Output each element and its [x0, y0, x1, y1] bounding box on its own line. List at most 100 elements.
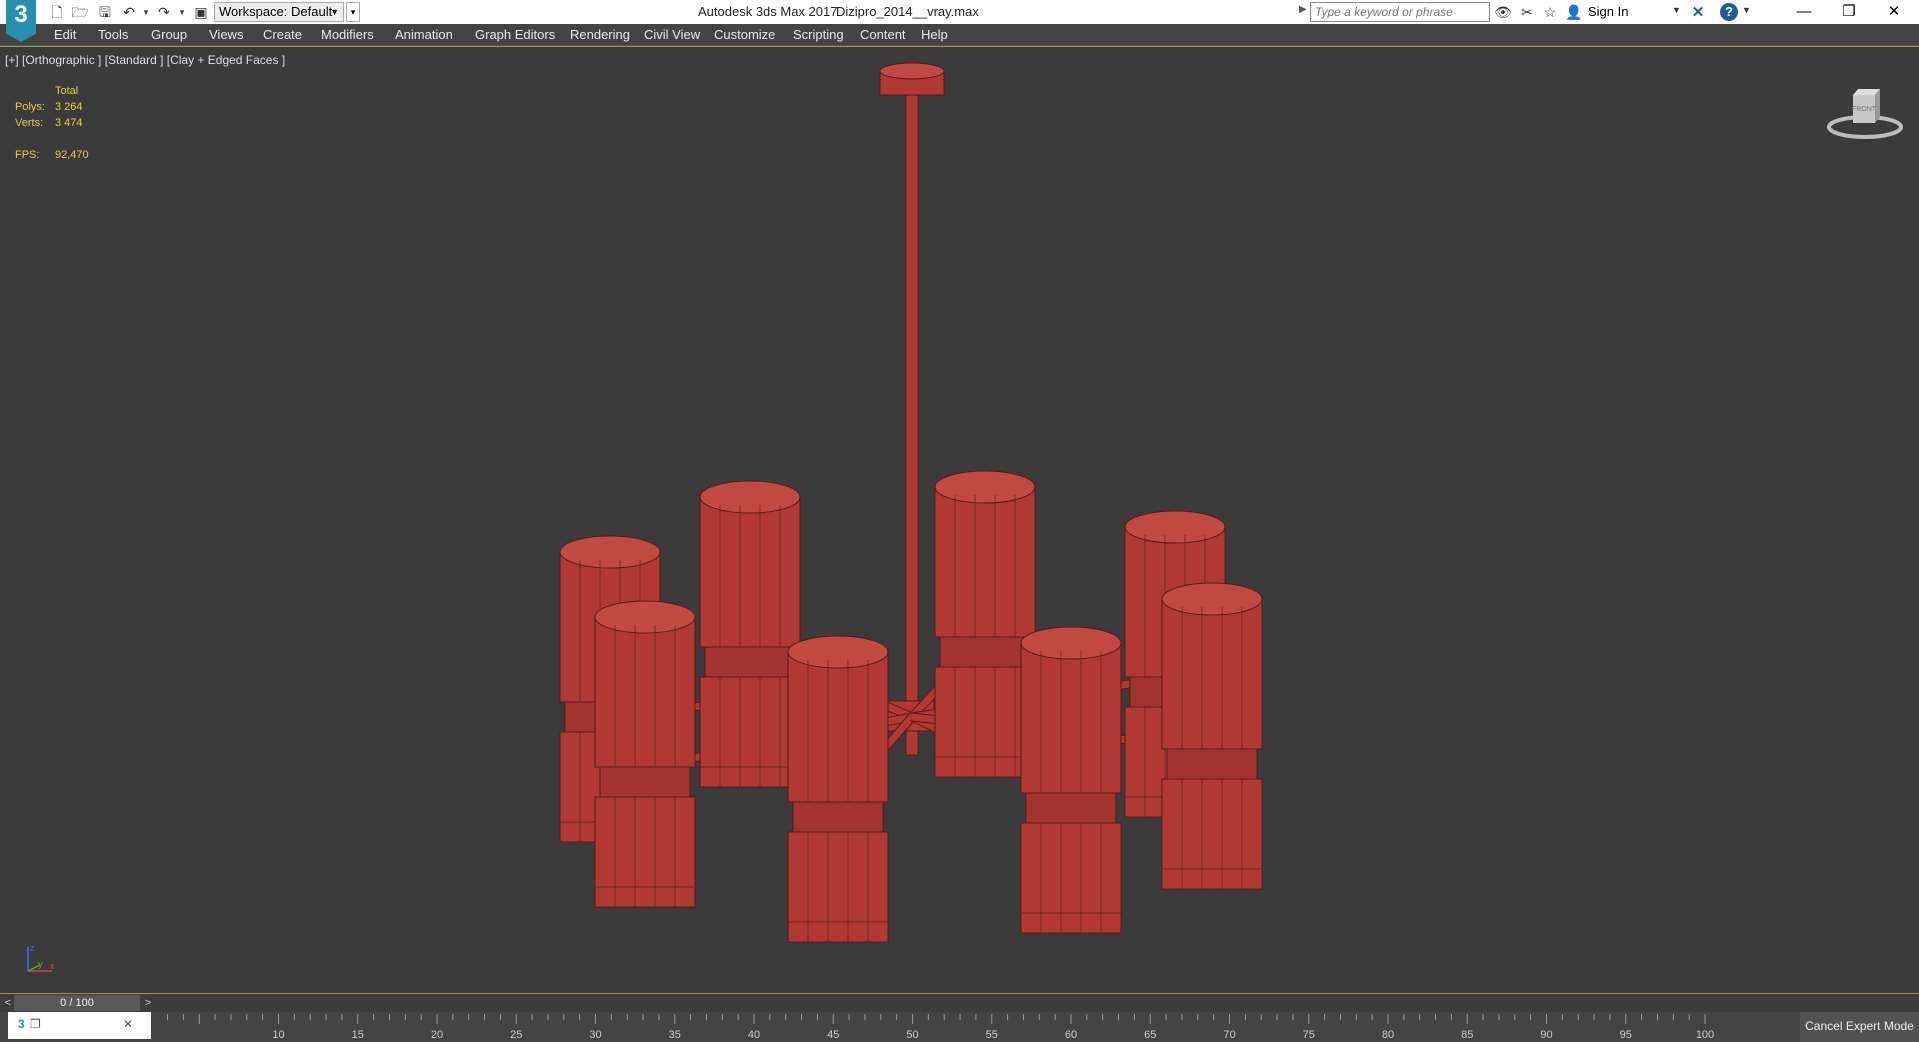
timeline-tick-label: 70	[1223, 1029, 1235, 1041]
close-icon[interactable]: ✕	[1871, 0, 1917, 24]
workspace-label: Workspace: Default	[219, 4, 333, 19]
timeline-tick-label: 85	[1461, 1029, 1473, 1041]
lamp-7-top	[1020, 626, 1122, 660]
menu-edit[interactable]: Edit	[54, 27, 76, 42]
lamp-8-neck	[1166, 748, 1258, 780]
lamp-6-top	[787, 635, 889, 669]
timeline-tick-label: 10	[272, 1029, 284, 1041]
menu-create[interactable]: Create	[263, 27, 302, 42]
lamp-3-lower	[934, 666, 1036, 778]
autodesk-exchange-icon[interactable]: ✕	[1688, 3, 1708, 21]
lamp-5-upper	[594, 616, 696, 768]
search-expand-icon[interactable]: ▶	[1299, 4, 1307, 15]
menu-rendering[interactable]: Rendering	[570, 27, 630, 42]
timeline-tick-label: 35	[669, 1029, 681, 1041]
timeline-tick-label: 40	[748, 1029, 760, 1041]
app-title: Autodesk 3ds Max 2017	[698, 4, 838, 19]
lamp-2-top	[699, 480, 801, 514]
menu-scripting[interactable]: Scripting	[793, 27, 844, 42]
lamp-8-upper	[1161, 598, 1263, 750]
lamp-3-neck	[939, 636, 1031, 668]
search-input[interactable]	[1310, 2, 1490, 22]
lamp-7-upper	[1020, 642, 1122, 794]
timeline-tick-label: 75	[1303, 1029, 1315, 1041]
menu-customize[interactable]: Customize	[714, 27, 775, 42]
menu-civil-view[interactable]: Civil View	[644, 27, 700, 42]
file-name: Dizipro_2014__vray.max	[836, 4, 979, 19]
undo-icon[interactable]: ↶	[120, 3, 138, 21]
track-bar: 3 ❐ ✕ 10 15 20 25 30 35 40 45 50 55 60 65 70 75 80 85 90…	[0, 1012, 1919, 1042]
project-folder-icon[interactable]: ▣	[192, 3, 210, 21]
workspace-dropdown[interactable]: Workspace: Default ▼	[214, 2, 344, 22]
lamp-1-top	[559, 535, 661, 569]
title-bar: 3 🗋 🗁 🖫 ↶ ▾ ↷ ▾ ▣ Workspace: Default ▼ ▾…	[0, 0, 1919, 42]
quick-access-customize-icon[interactable]: ▾	[346, 2, 360, 22]
menu-group[interactable]: Group	[151, 27, 187, 42]
chevron-down-icon[interactable]: ▼	[1742, 5, 1751, 15]
open-file-icon[interactable]: 🗁	[71, 3, 89, 21]
sign-in-button[interactable]: Sign In	[1588, 4, 1628, 19]
chevron-down-icon[interactable]: ▼	[1672, 5, 1681, 15]
menu-tools[interactable]: Tools	[98, 27, 128, 42]
help-icon[interactable]: ?	[1720, 3, 1738, 21]
canopy-top	[879, 62, 945, 80]
menu-graph-editors[interactable]: Graph Editors	[475, 27, 555, 42]
timeline-tick-label: 100	[1696, 1029, 1714, 1041]
time-slider[interactable]: < 0 / 100 >	[0, 994, 1919, 1012]
new-file-icon[interactable]: 🗋	[48, 3, 66, 21]
timeline-ruler[interactable]: 10 15 20 25 30 35 40 45 50 55 60 65 70 75 80 85 90 95 100	[155, 1012, 1750, 1042]
prev-frame-button[interactable]: <	[2, 994, 14, 1012]
restore-icon[interactable]: ❐	[1826, 0, 1872, 24]
timeline-tick-label: 50	[906, 1029, 918, 1041]
menu-bar: Edit Tools Group Views Create Modifiers …	[0, 24, 1919, 46]
menu-views[interactable]: Views	[209, 27, 243, 42]
timeline-tick-label: 30	[589, 1029, 601, 1041]
app-logo-icon[interactable]: 3	[6, 0, 36, 42]
communication-center-icon[interactable]: ✂	[1518, 3, 1536, 21]
viewport-orthographic[interactable]: [+] [Orthographic ] [Standard ] [Clay + …	[0, 46, 1919, 994]
lamp-6-lower	[787, 831, 889, 943]
lamp-5-neck	[599, 766, 691, 798]
timeline-tick-label: 45	[827, 1029, 839, 1041]
cancel-expert-mode-button[interactable]: Cancel Expert Mode	[1800, 1012, 1919, 1042]
undo-dropdown-icon[interactable]: ▾	[137, 3, 155, 21]
app-mini-icon[interactable]: 3	[18, 1017, 25, 1031]
menu-help[interactable]: Help	[921, 27, 948, 42]
menu-animation[interactable]: Animation	[395, 27, 453, 42]
close-panel-icon[interactable]: ✕	[123, 1017, 133, 1031]
lamp-5-lower	[594, 796, 696, 908]
chandelier-model[interactable]	[0, 47, 1919, 995]
center-rod	[905, 94, 919, 756]
lamp-8-lower	[1161, 778, 1263, 890]
minimize-icon[interactable]: —	[1781, 0, 1827, 24]
lamp-8-top	[1161, 582, 1263, 616]
timeline-tick-label: 65	[1144, 1029, 1156, 1041]
timeline-tick-label: 80	[1382, 1029, 1394, 1041]
menu-modifiers[interactable]: Modifiers	[321, 27, 374, 42]
timeline-tick-label: 20	[431, 1029, 443, 1041]
binoculars-icon[interactable]: 👁	[1494, 3, 1512, 21]
favorites-star-icon[interactable]: ☆	[1541, 3, 1559, 21]
restore-panel-icon[interactable]: ❐	[30, 1017, 41, 1031]
timeline-tick-label: 95	[1620, 1029, 1632, 1041]
save-icon[interactable]: 🖫	[96, 3, 114, 21]
lamp-2-upper	[699, 496, 801, 648]
lamp-2-neck	[704, 646, 796, 678]
timeline-tick-label: 60	[1065, 1029, 1077, 1041]
lamp-4-top	[1124, 510, 1226, 544]
menu-content[interactable]: Content	[860, 27, 906, 42]
lamp-7-neck	[1025, 792, 1117, 824]
lamp-3-top	[934, 470, 1036, 504]
timeline-tick-label: 15	[352, 1029, 364, 1041]
user-icon: 👤	[1565, 4, 1583, 20]
minimized-listener-panel[interactable]: 3 ❐ ✕	[8, 1012, 151, 1039]
redo-dropdown-icon[interactable]: ▾	[173, 3, 191, 21]
timeline-tick-label: 25	[510, 1029, 522, 1041]
lamp-3-upper	[934, 486, 1036, 638]
time-slider-thumb[interactable]: 0 / 100	[14, 995, 140, 1011]
lamp-7-lower	[1020, 822, 1122, 934]
timeline-tick-label: 90	[1540, 1029, 1552, 1041]
redo-icon[interactable]: ↷	[155, 3, 173, 21]
next-frame-button[interactable]: >	[142, 994, 154, 1012]
timeline-tick-label: 55	[986, 1029, 998, 1041]
